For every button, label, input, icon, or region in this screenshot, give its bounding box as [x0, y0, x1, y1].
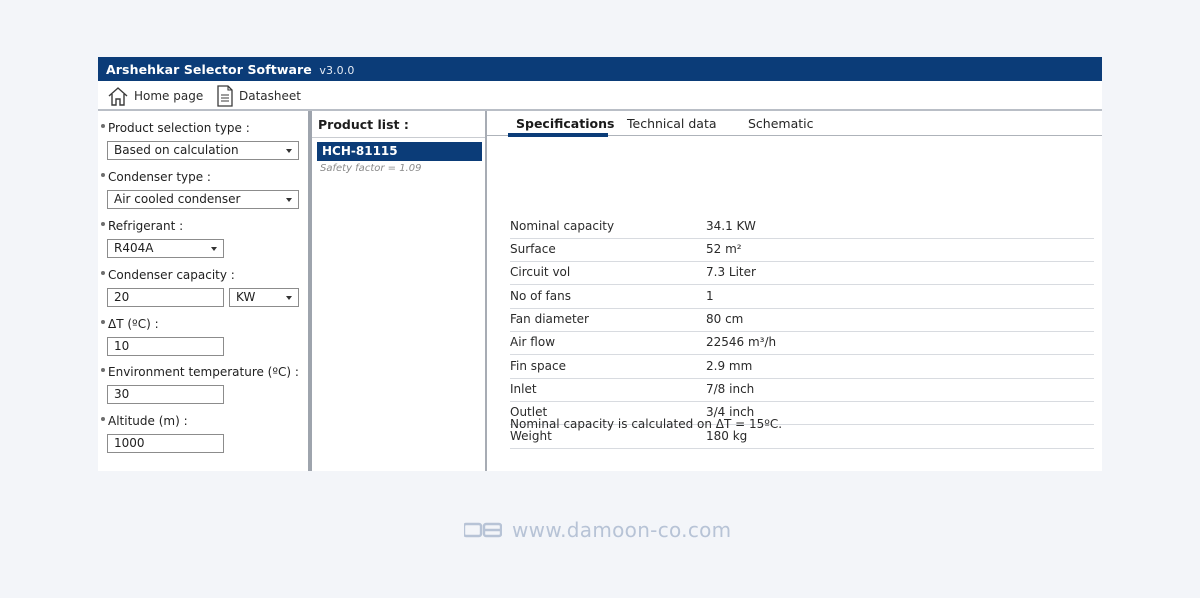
capacity-unit-value: KW — [236, 290, 256, 304]
app-version: v3.0.0 — [319, 64, 355, 77]
tab-schematic[interactable]: Schematic — [748, 116, 814, 131]
refrigerant-label-text: Refrigerant : — [108, 219, 184, 233]
bullet — [101, 416, 105, 421]
bullet — [101, 270, 105, 275]
refrigerant-label: Refrigerant : — [101, 219, 183, 233]
product-selection-type-label: Product selection type : — [101, 121, 250, 135]
environment-temperature-label: Environment temperature (ºC) : — [101, 365, 299, 379]
condenser-capacity-input[interactable]: 20 — [107, 288, 224, 307]
spec-key: Circuit vol — [510, 265, 571, 279]
spec-key: Nominal capacity — [510, 219, 615, 233]
home-page-button[interactable]: Home page — [107, 84, 203, 108]
watermark: www.damoon-co.com — [464, 518, 731, 542]
tab-technical-data[interactable]: Technical data — [627, 116, 717, 131]
spec-row-surface: Surface 52 m² — [510, 238, 1094, 262]
spec-value: 180 kg — [706, 429, 748, 443]
condenser-type-label-text: Condenser type : — [108, 170, 211, 184]
input-panel: Product selection type : Based on calcul… — [98, 111, 310, 471]
damoon-logo-icon — [464, 522, 502, 538]
app-window: Arshehkar Selector Software v3.0.0 Home … — [98, 57, 1102, 471]
bullet — [101, 367, 105, 372]
chevron-down-icon — [286, 149, 292, 153]
home-page-label: Home page — [134, 89, 204, 103]
product-selection-type-select[interactable]: Based on calculation — [107, 141, 299, 160]
active-tab-indicator — [508, 133, 608, 137]
refrigerant-value: R404A — [114, 241, 154, 255]
spec-row-fin-space: Fin space 2.9 mm — [510, 355, 1094, 379]
product-list-panel: Product list : HCH-81115 Safety factor =… — [312, 111, 485, 471]
product-selection-type-label-text: Product selection type : — [108, 121, 250, 135]
chevron-down-icon — [211, 247, 217, 251]
spec-value: 7/8 inch — [706, 382, 755, 396]
condenser-capacity-value: 20 — [114, 290, 130, 304]
details-panel: Specifications Technical data Schematic … — [487, 111, 1102, 471]
spec-row-air-flow: Air flow 22546 m³/h — [510, 331, 1094, 355]
environment-temperature-label-text: Environment temperature (ºC) : — [108, 365, 299, 379]
spec-key: Surface — [510, 242, 556, 256]
delta-t-value: 10 — [114, 339, 130, 353]
spec-row-inlet: Inlet 7/8 inch — [510, 378, 1094, 402]
bullet — [101, 319, 105, 324]
spec-key: Fan diameter — [510, 312, 589, 326]
spec-key: Air flow — [510, 335, 556, 349]
app-title-text: Arshehkar Selector Software — [106, 62, 312, 77]
delta-t-label: ΔT (ºC) : — [101, 317, 159, 331]
spec-value: 52 m² — [706, 242, 742, 256]
datasheet-label: Datasheet — [239, 89, 301, 103]
condenser-type-label: Condenser type : — [101, 170, 211, 184]
condenser-type-select[interactable]: Air cooled condenser — [107, 190, 299, 209]
bullet — [101, 123, 105, 128]
product-list-header: Product list : — [318, 117, 409, 132]
altitude-value: 1000 — [114, 436, 145, 450]
tab-specifications[interactable]: Specifications — [516, 116, 614, 131]
document-icon — [217, 85, 233, 107]
home-icon — [108, 87, 128, 106]
product-list-item[interactable]: HCH-81115 — [317, 142, 482, 161]
bullet — [101, 221, 105, 226]
spec-value: 2.9 mm — [706, 359, 753, 373]
condenser-capacity-label: Condenser capacity : — [101, 268, 235, 282]
watermark-text: www.damoon-co.com — [512, 518, 732, 542]
product-list-header-divider — [312, 137, 485, 138]
chevron-down-icon — [286, 198, 292, 202]
environment-temperature-input[interactable]: 30 — [107, 385, 224, 404]
spec-value: 22546 m³/h — [706, 335, 777, 349]
condenser-capacity-label-text: Condenser capacity : — [108, 268, 235, 282]
datasheet-button[interactable]: Datasheet — [216, 84, 301, 108]
refrigerant-select[interactable]: R404A — [107, 239, 224, 258]
spec-row-no-of-fans: No of fans 1 — [510, 285, 1094, 309]
spec-row-nominal-capacity: Nominal capacity 34.1 KW — [510, 215, 1094, 239]
environment-temperature-value: 30 — [114, 387, 130, 401]
spec-value: 1 — [706, 289, 714, 303]
product-selection-type-value: Based on calculation — [114, 143, 239, 157]
spec-key: Weight — [510, 429, 552, 443]
spec-value: 7.3 Liter — [706, 265, 756, 279]
app-title: Arshehkar Selector Software v3.0.0 — [106, 62, 354, 77]
condenser-type-value: Air cooled condenser — [114, 192, 241, 206]
delta-t-input[interactable]: 10 — [107, 337, 224, 356]
spec-key: No of fans — [510, 289, 571, 303]
altitude-label-text: Altitude (m) : — [108, 414, 188, 428]
nominal-capacity-note: Nominal capacity is calculated on ΔT = 1… — [510, 417, 783, 431]
spec-key: Inlet — [510, 382, 537, 396]
title-bar: Arshehkar Selector Software v3.0.0 — [98, 57, 1102, 81]
spec-row-fan-diameter: Fan diameter 80 cm — [510, 308, 1094, 332]
altitude-label: Altitude (m) : — [101, 414, 188, 428]
spec-value: 80 cm — [706, 312, 744, 326]
spec-key: Fin space — [510, 359, 566, 373]
spec-row-circuit-vol: Circuit vol 7.3 Liter — [510, 261, 1094, 285]
spec-value: 34.1 KW — [706, 219, 756, 233]
toolbar: Home page Datasheet — [98, 81, 1102, 110]
chevron-down-icon — [286, 296, 292, 300]
capacity-unit-select[interactable]: KW — [229, 288, 299, 307]
safety-factor-text: Safety factor = 1.09 — [320, 163, 422, 174]
bullet — [101, 172, 105, 177]
delta-t-label-text: ΔT (ºC) : — [108, 317, 159, 331]
altitude-input[interactable]: 1000 — [107, 434, 224, 453]
